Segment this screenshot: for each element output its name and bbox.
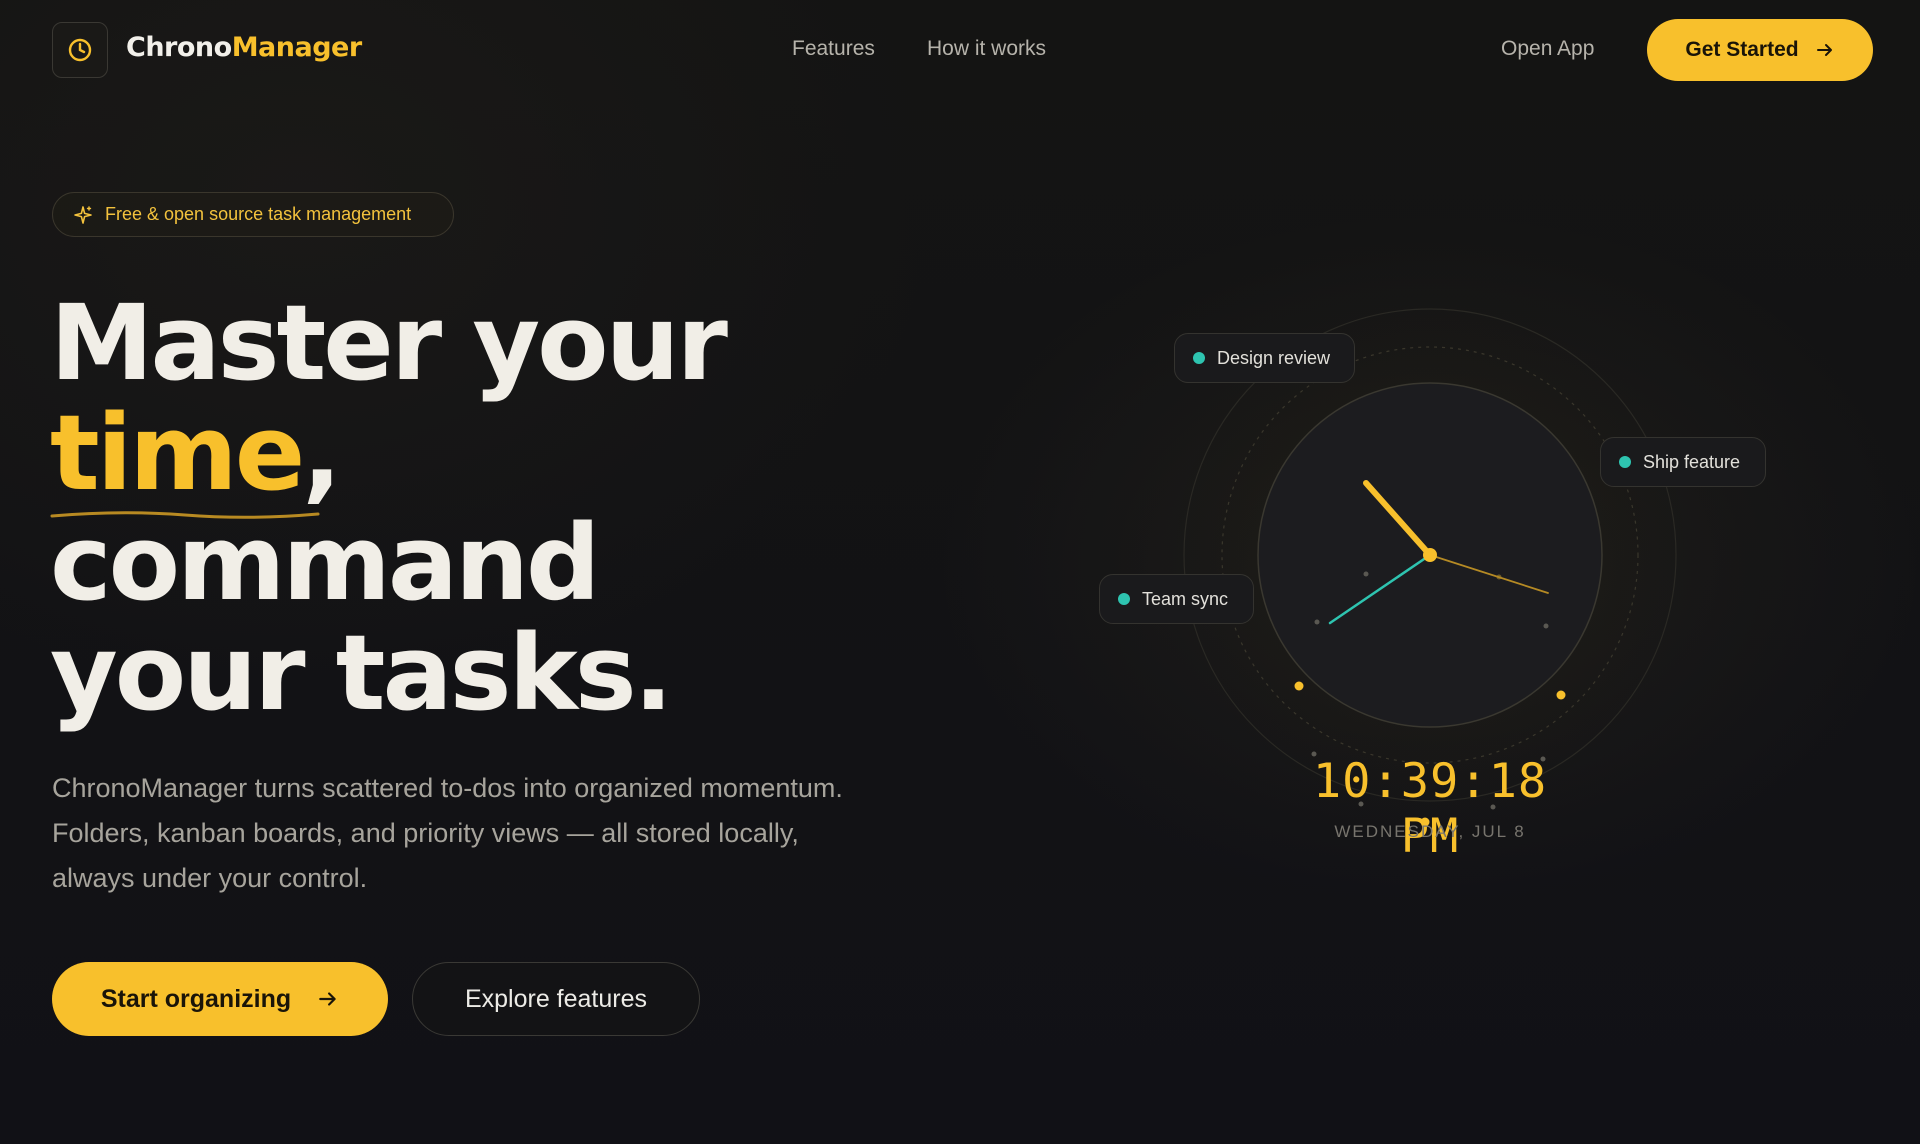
- digital-time: 10:39:18 PM: [1312, 754, 1548, 864]
- get-started-button[interactable]: Get Started: [1647, 19, 1873, 81]
- task-chip-design-review: Design review: [1174, 333, 1355, 383]
- arrow-right-icon: [1816, 44, 1832, 56]
- explore-features-button[interactable]: Explore features: [412, 962, 700, 1036]
- chip-label: Ship feature: [1643, 451, 1741, 472]
- open-source-badge: Free & open source task management: [52, 192, 454, 237]
- headline-accent-text: time: [50, 392, 305, 514]
- status-dot: [1193, 352, 1205, 364]
- nav-link-features[interactable]: Features: [792, 37, 875, 61]
- clock-center: [1423, 548, 1437, 562]
- hero-headline: Master your time, command your tasks.: [50, 288, 910, 728]
- task-chip-team-sync: Team sync: [1099, 574, 1254, 624]
- explore-features-label: Explore features: [464, 984, 648, 1013]
- headline-line-2: time,: [50, 398, 910, 519]
- sparkle-icon: [74, 205, 92, 224]
- accent-underline: [50, 511, 320, 519]
- chip-label: Team sync: [1142, 588, 1229, 609]
- brand-name-part1: Chrono: [126, 32, 232, 63]
- status-dot: [1619, 456, 1631, 468]
- hero-subtext: ChronoManager turns scattered to-dos int…: [52, 773, 843, 893]
- face-dot: [1543, 623, 1549, 629]
- headline-accent-word: time: [50, 398, 320, 519]
- digital-date: WEDNESDAY, JUL 8: [1334, 822, 1526, 841]
- headline-accent-suffix: ,: [302, 392, 341, 514]
- badge-text: Free & open source task management: [105, 204, 412, 224]
- task-chip-ship-feature: Ship feature: [1600, 437, 1766, 487]
- start-organizing-label: Start organizing: [100, 984, 292, 1013]
- face-dot: [1314, 619, 1320, 625]
- headline-line-1: Master your: [50, 282, 728, 404]
- face-dot: [1363, 571, 1369, 577]
- orbit-dot: [1556, 690, 1566, 700]
- top-navigation: ChronoManager Features How it works Open…: [0, 0, 1920, 100]
- clock-icon: [68, 38, 92, 62]
- get-started-label: Get Started: [1685, 38, 1799, 61]
- chip-label: Design review: [1217, 347, 1331, 368]
- brand-name[interactable]: ChronoManager: [126, 32, 362, 63]
- brand-name-part2: Manager: [231, 32, 362, 63]
- orbit-dot: [1294, 681, 1304, 691]
- headline-line-3: command: [50, 502, 601, 624]
- open-app-link[interactable]: Open App: [1501, 37, 1594, 61]
- logo-badge[interactable]: [52, 22, 108, 78]
- start-organizing-button[interactable]: Start organizing: [52, 962, 388, 1036]
- nav-link-how-it-works[interactable]: How it works: [927, 37, 1046, 61]
- status-dot: [1118, 593, 1130, 605]
- arrow-right-icon: [319, 992, 336, 1006]
- headline-line-4: your tasks.: [50, 612, 673, 734]
